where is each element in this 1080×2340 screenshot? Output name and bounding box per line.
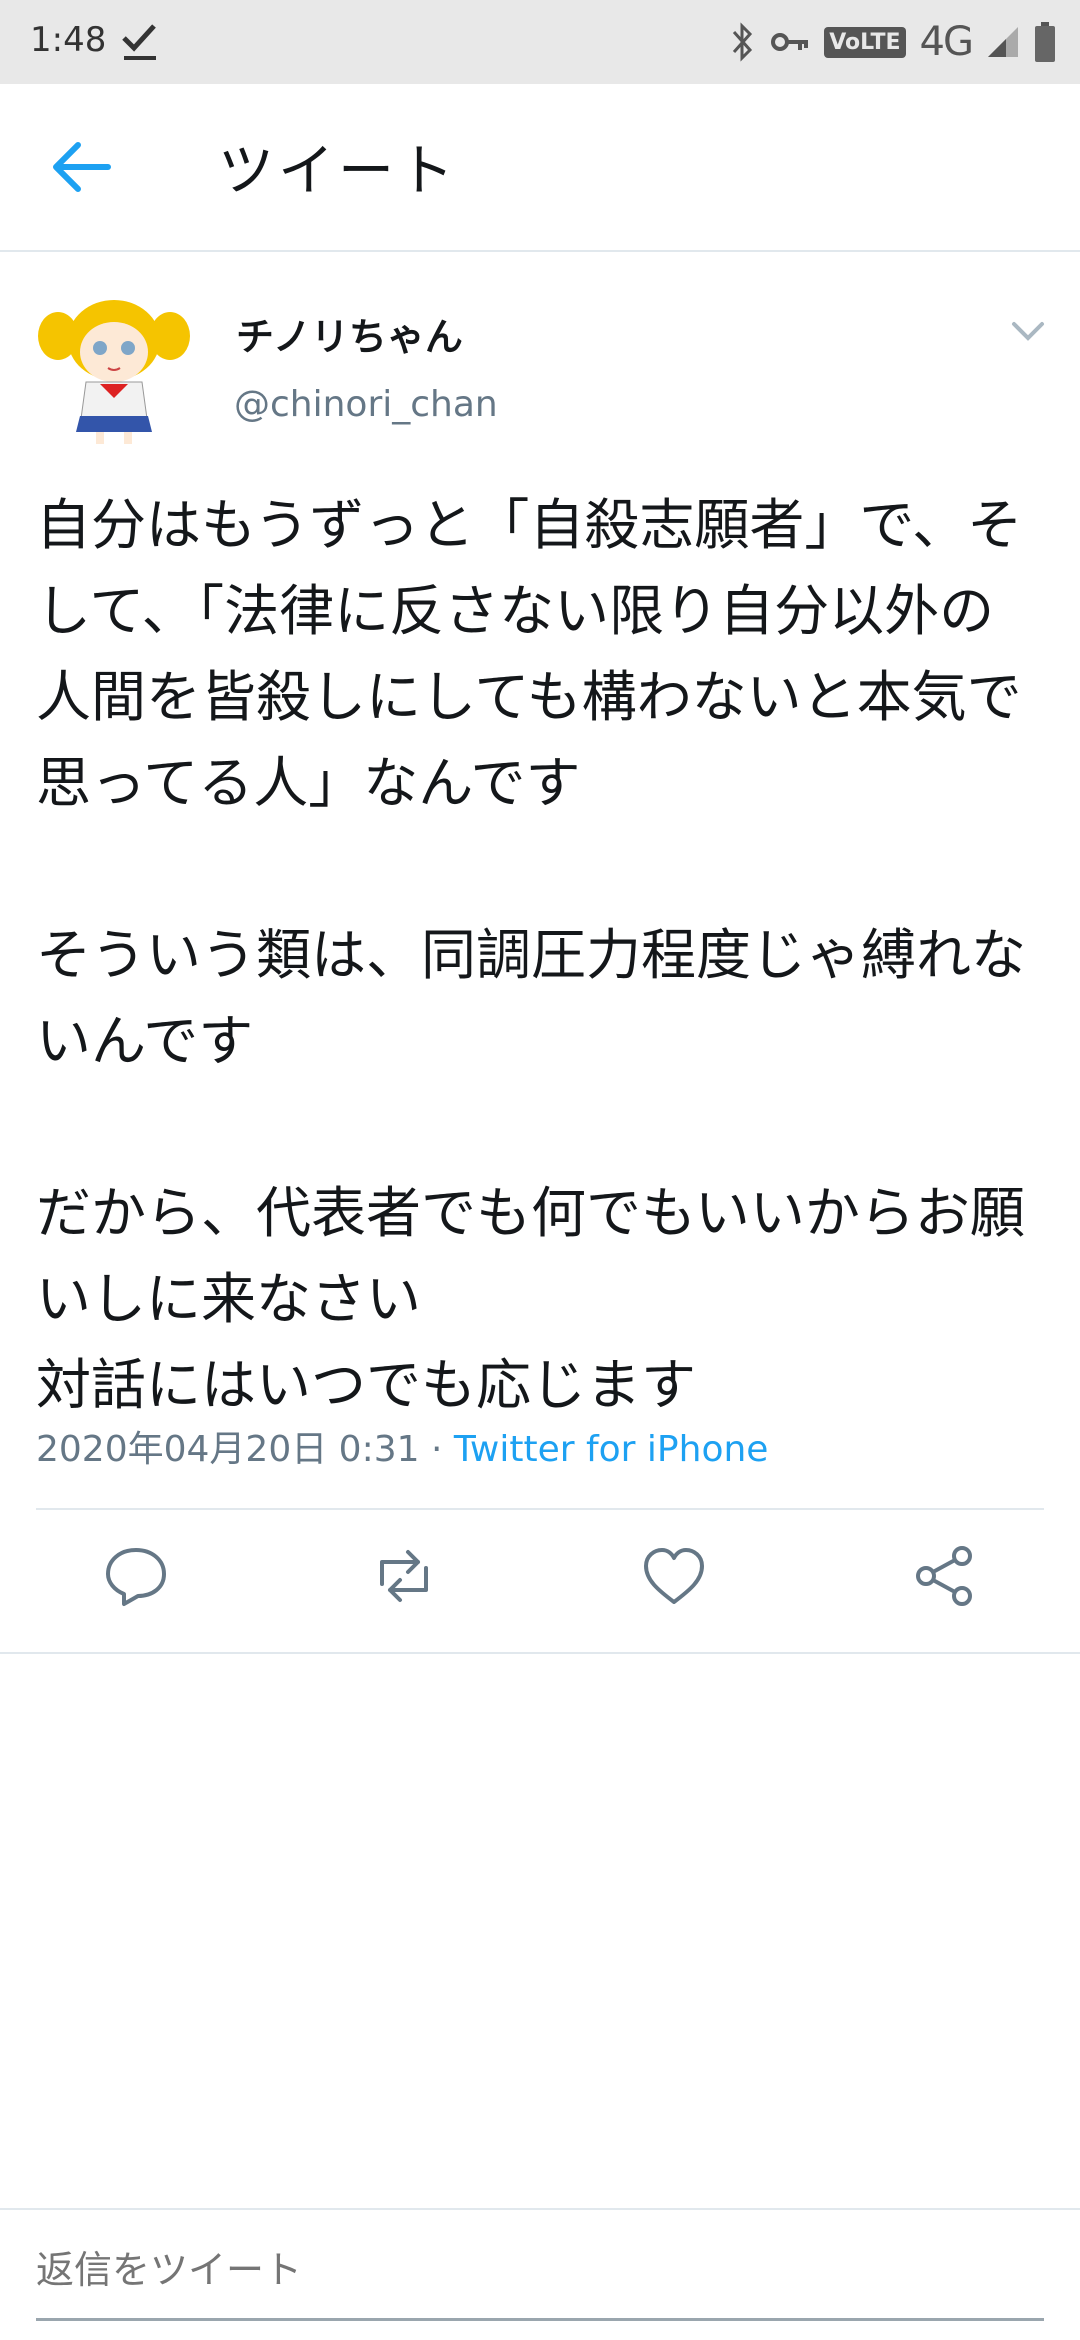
meta-separator: ·: [419, 1429, 454, 1470]
retweet-icon[interactable]: [368, 1540, 440, 1612]
share-icon[interactable]: [908, 1540, 980, 1612]
tweet-text: 自分はもうずっと「自殺志願者」で、そ して、「法律に反さない限り自分以外の 人間…: [36, 482, 1052, 1428]
app-header: ツイート: [0, 84, 1080, 252]
page-title: ツイート: [218, 139, 458, 204]
tweet-timestamp: 2020年04月20日 0:31: [36, 1429, 420, 1470]
avatar[interactable]: [36, 288, 192, 448]
volte-icon: VoLTE: [824, 26, 906, 58]
reply-input-underline: [36, 2318, 1044, 2321]
vpn-key-icon: [771, 33, 809, 51]
divider: [0, 1652, 1080, 1654]
tweet-line: 人間を皆殺しにしても構わないと本気で: [36, 665, 1022, 729]
user-handle[interactable]: @chinori_chan: [234, 384, 498, 425]
reply-input[interactable]: [36, 2248, 1044, 2292]
tweet-line: いんです: [36, 1009, 254, 1073]
chevron-down-icon[interactable]: [1010, 318, 1046, 346]
tweet-meta: 2020年04月20日 0:31 · Twitter for iPhone: [36, 1420, 768, 1472]
tweet-line: 思ってる人」なんです: [36, 751, 581, 815]
tweet-line: 対話にはいつでも応じます: [36, 1353, 697, 1417]
divider: [0, 2208, 1080, 2210]
tweet-line: して、「法律に反さない限り自分以外の: [36, 579, 995, 643]
tweet-line: 自分はもうずっと「自殺志願者」で、そ: [36, 493, 1023, 557]
status-bar: 1:48 VoLTE 4G: [0, 0, 1080, 84]
like-icon[interactable]: [638, 1540, 710, 1612]
battery-icon: [1035, 22, 1055, 62]
arrow-left-icon[interactable]: [50, 139, 114, 195]
tweet-source-link[interactable]: Twitter for iPhone: [454, 1429, 769, 1470]
status-time: 1:48: [30, 20, 107, 60]
tweet-line: そういう類は、同調圧力程度じゃ縛れな: [36, 923, 1027, 987]
signal-4g-icon: 4G: [919, 19, 974, 65]
reply-icon[interactable]: [100, 1540, 172, 1612]
tweet-line: だから、代表者でも何でもいいからお願: [36, 1181, 1025, 1245]
bluetooth-icon: [733, 22, 753, 62]
signal-icon: [988, 27, 1018, 57]
tweet-line: いしに来なさい: [36, 1267, 422, 1331]
download-done-icon: [122, 24, 156, 60]
tweet-actions: [0, 1540, 1080, 1620]
status-icons: VoLTE 4G: [730, 16, 1056, 68]
divider: [36, 1508, 1044, 1510]
display-name[interactable]: チノリちゃん: [236, 306, 463, 361]
